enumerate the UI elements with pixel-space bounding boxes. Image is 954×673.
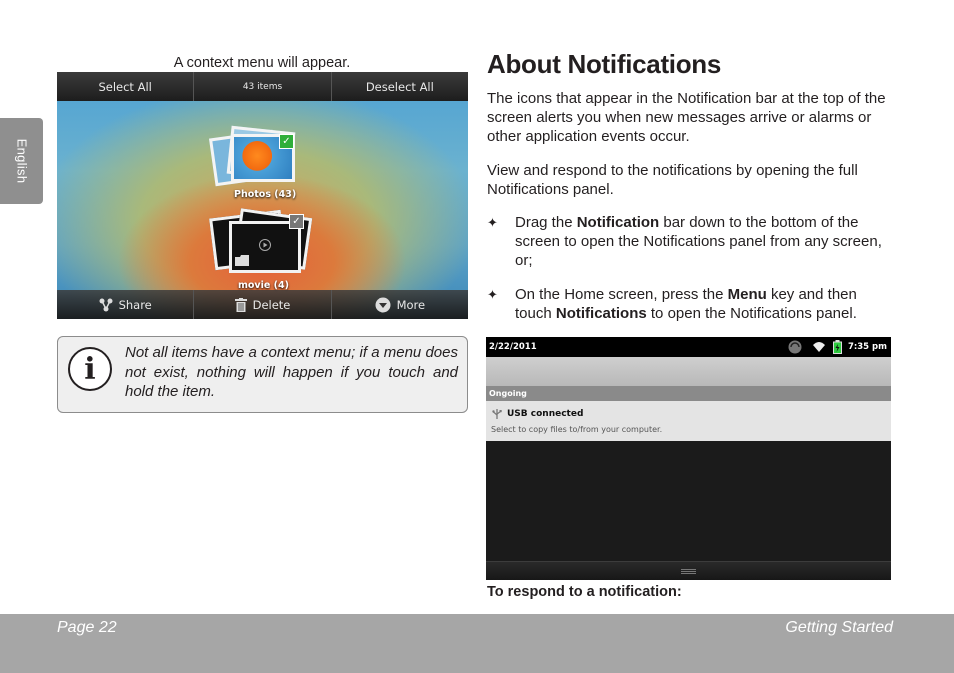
delete-label: Delete	[252, 297, 291, 312]
share-button[interactable]: Share	[57, 290, 195, 319]
language-tab: English	[0, 118, 43, 204]
section-title: About Notifications	[487, 49, 722, 79]
star-bullet-icon: ✦	[487, 215, 498, 230]
folder-icon	[235, 255, 249, 266]
share-icon	[99, 298, 113, 311]
wifi-icon	[813, 342, 825, 352]
instruction-paragraph: View and respond to the notifications by…	[487, 162, 858, 198]
note-text: Not all items have a context menu; if a …	[125, 344, 458, 400]
context-menu-caption: A context menu will appear.	[173, 55, 351, 71]
usb-notification-subtitle: Select to copy files to/from your comput…	[491, 425, 663, 434]
handle-grip-line	[681, 569, 696, 570]
usb-notification-title: USB connected	[507, 409, 584, 419]
respond-heading: To respond to a notification:	[487, 584, 682, 600]
status-time: 7:35 pm	[847, 342, 887, 352]
more-label: More	[396, 297, 426, 312]
page-footer: Page 22 Getting Started	[0, 614, 954, 673]
panel-drag-handle[interactable]	[486, 561, 891, 580]
note-box: i Not all items have a context menu; if …	[57, 336, 468, 413]
item-count-label: 43 items	[194, 72, 332, 101]
intro-paragraph: The icons that appear in the Notificatio…	[487, 90, 886, 145]
bullet-text: On the Home screen, press the Menu key a…	[515, 286, 857, 322]
checkmark-icon: ✓	[279, 134, 294, 149]
battery-icon	[833, 340, 842, 354]
photos-album-label: Photos (43)	[234, 189, 297, 200]
deselect-all-button[interactable]: Deselect All	[332, 72, 468, 101]
star-bullet-icon: ✦	[487, 287, 498, 302]
info-icon: i	[68, 347, 112, 391]
trash-icon	[234, 297, 247, 312]
delete-button[interactable]: Delete	[194, 290, 332, 319]
ongoing-section-header: Ongoing	[486, 386, 891, 401]
page-number: Page 22	[57, 619, 117, 636]
movie-album[interactable]: ✓	[207, 208, 327, 279]
language-tab-label: English	[14, 138, 29, 184]
handle-grip-line	[681, 573, 696, 574]
usb-icon	[492, 409, 502, 419]
more-button[interactable]: More	[332, 290, 468, 319]
notification-header-band	[486, 357, 891, 386]
context-menu-top-bar: Select All 43 items Deselect All	[57, 72, 468, 101]
sync-icon	[788, 340, 802, 354]
chevron-down-circle-icon	[375, 297, 391, 312]
select-all-button[interactable]: Select All	[57, 72, 195, 101]
bullet-text: Drag the Notification bar down to the bo…	[515, 214, 882, 269]
play-icon	[259, 239, 271, 251]
section-name: Getting Started	[785, 619, 893, 636]
context-menu-bottom-bar: Share Delete More	[57, 290, 468, 319]
context-menu-screenshot: Select All 43 items Deselect All ✓ Photo…	[57, 72, 468, 319]
usb-notification-item[interactable]: USB connected Select to copy files to/fr…	[486, 401, 891, 441]
status-date: 2/22/2011	[489, 342, 537, 352]
status-bar: 2/22/2011 7:35 pm	[486, 337, 891, 357]
handle-grip-line	[681, 571, 696, 572]
share-label: Share	[118, 297, 152, 312]
notification-panel-screenshot: 2/22/2011 7:35 pm Ongoing USB connected …	[486, 337, 891, 580]
checkbox-icon: ✓	[289, 214, 304, 229]
